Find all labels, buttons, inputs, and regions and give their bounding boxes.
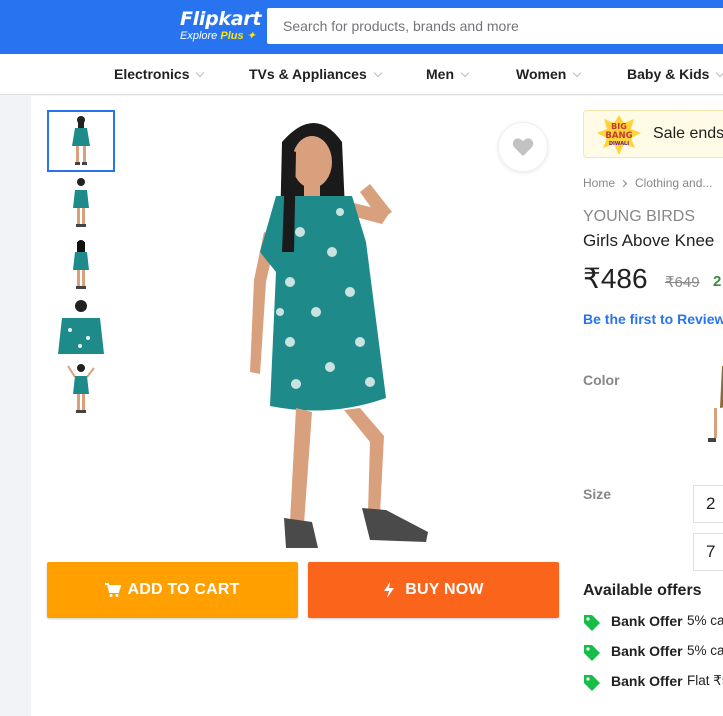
plus-star-icon: ✦: [246, 30, 256, 42]
svg-text:BANG: BANG: [605, 131, 632, 141]
offer-tag-icon: [584, 615, 600, 631]
add-to-cart-button[interactable]: ADD TO CART: [47, 562, 298, 618]
heart-icon: [512, 138, 534, 157]
nav-item-tvs-appliances[interactable]: TVs & Appliances: [249, 54, 382, 94]
breadcrumb-home[interactable]: Home: [583, 176, 615, 190]
product-thumbnail[interactable]: [47, 234, 115, 296]
buy-now-label: BUY NOW: [405, 581, 484, 598]
sale-banner[interactable]: BIG BANG DIWALI Sale ends: [583, 110, 723, 158]
nav-item-men[interactable]: Men: [426, 54, 470, 94]
nav-item-women[interactable]: Women: [516, 54, 582, 94]
chevron-down-icon: [573, 68, 582, 78]
product-discount: 2: [713, 273, 722, 290]
product-title: Girls Above Knee: [583, 231, 715, 250]
svg-text:BIG: BIG: [611, 122, 627, 131]
flipkart-logo[interactable]: Flipkart Explore Plus ✦: [180, 8, 261, 42]
offer-tag-icon: [584, 645, 600, 661]
top-header: Flipkart Explore Plus ✦: [0, 0, 723, 54]
product-thumbnail[interactable]: [47, 358, 115, 420]
product-thumbnail[interactable]: [47, 296, 115, 358]
chevron-down-icon: [716, 68, 723, 78]
size-option[interactable]: 7: [693, 533, 723, 571]
product-brand[interactable]: YOUNG BIRDS: [583, 208, 695, 226]
chevron-right-icon: [619, 179, 628, 188]
offer-tag-icon: [584, 675, 600, 691]
breadcrumb: Home Clothing and...: [583, 176, 712, 190]
offers-heading: Available offers: [583, 582, 702, 599]
nav-item-electronics[interactable]: Electronics: [114, 54, 205, 94]
svg-text:DIWALI: DIWALI: [609, 141, 629, 147]
thumbnail-list: [47, 110, 115, 420]
product-thumbnail[interactable]: [47, 110, 115, 172]
add-to-cart-label: ADD TO CART: [127, 581, 240, 598]
buy-now-button[interactable]: BUY NOW: [308, 562, 559, 618]
cart-icon: [105, 583, 122, 597]
size-label: Size: [583, 486, 612, 502]
logo-tagline: Explore Plus ✦: [180, 30, 256, 42]
product-mrp: ₹649: [665, 274, 700, 291]
chevron-down-icon: [460, 68, 470, 78]
chevron-down-icon: [373, 68, 382, 78]
big-bang-diwali-badge: BIG BANG DIWALI: [596, 114, 642, 156]
lightning-icon: [384, 582, 395, 598]
breadcrumb-clothing[interactable]: Clothing and...: [635, 176, 712, 190]
color-label: Color: [583, 372, 620, 388]
category-nav: Electronics TVs & Appliances Men Women B…: [0, 54, 723, 95]
size-option[interactable]: 2: [693, 485, 723, 523]
product-thumbnail[interactable]: [47, 172, 115, 234]
chevron-down-icon: [196, 68, 205, 78]
search-bar[interactable]: [267, 8, 723, 44]
wishlist-button[interactable]: [498, 122, 548, 172]
sale-text: Sale ends: [653, 125, 723, 142]
product-main-image[interactable]: [220, 112, 460, 552]
search-input[interactable]: [267, 8, 723, 44]
logo-text: Flipkart: [180, 8, 262, 30]
review-link[interactable]: Be the first to Review: [583, 311, 723, 327]
product-price: ₹486: [583, 263, 648, 294]
color-option[interactable]: [700, 366, 723, 446]
nav-item-baby-kids[interactable]: Baby & Kids: [627, 54, 723, 94]
